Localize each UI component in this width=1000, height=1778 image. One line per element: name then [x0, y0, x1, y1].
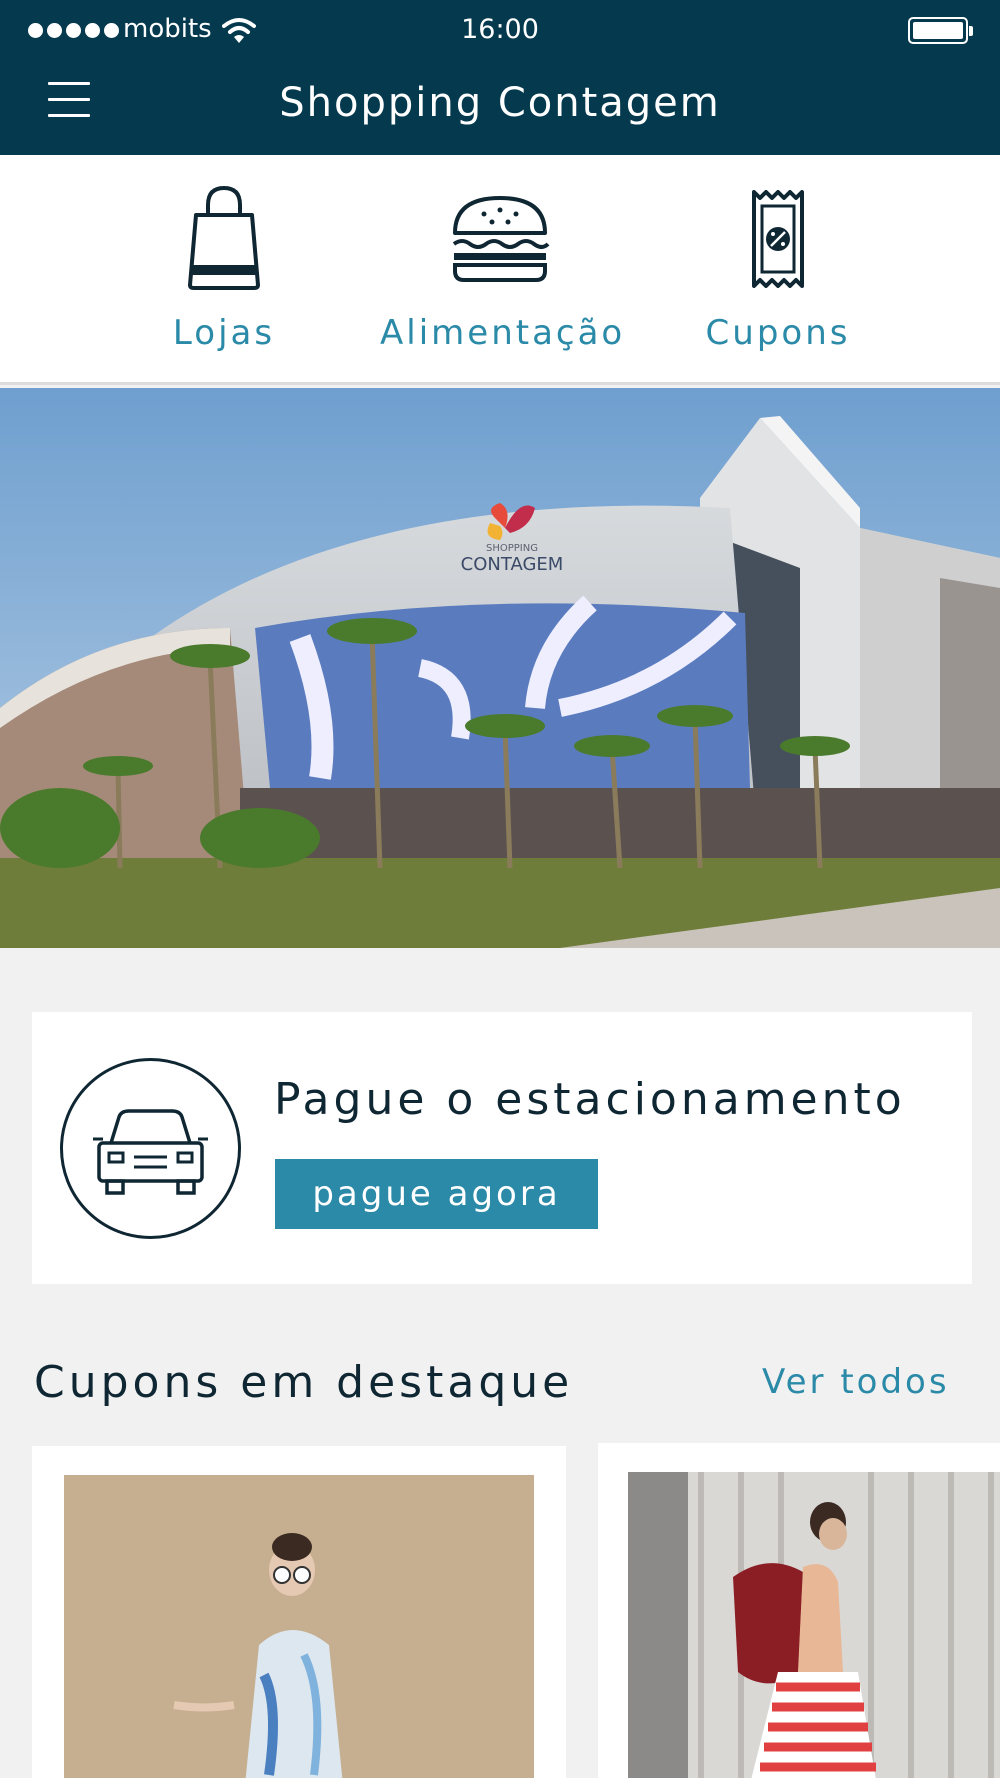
parking-card: Pague o estacionamento pague agora — [32, 1012, 972, 1284]
pay-now-button[interactable]: pague agora — [275, 1159, 598, 1229]
coupon-card[interactable] — [32, 1446, 566, 1778]
see-all-link[interactable]: Ver todos — [762, 1362, 950, 1402]
category-cupons[interactable]: Cupons — [690, 155, 866, 385]
mall-building-illustration: SHOPPING CONTAGEM — [0, 388, 1000, 948]
parking-title: Pague o estacionamento — [274, 1074, 906, 1125]
coupon-card[interactable] — [598, 1443, 1000, 1778]
shopping-bag-icon — [188, 185, 260, 290]
coupon-image — [64, 1475, 534, 1778]
category-label: Lojas — [172, 313, 276, 353]
car-icon — [60, 1058, 241, 1239]
status-bar: mobits 16:00 — [0, 0, 1000, 62]
hero-banner-image: SHOPPING CONTAGEM — [0, 388, 1000, 948]
category-label: Alimentação — [380, 313, 626, 353]
category-bar: Lojas Alimentação Cupons — [0, 155, 1000, 385]
category-alimentacao[interactable]: Alimentação — [380, 155, 626, 385]
battery-icon — [908, 17, 973, 44]
coupon-image — [628, 1472, 1000, 1778]
category-lojas[interactable]: Lojas — [124, 155, 324, 385]
category-label: Cupons — [705, 313, 851, 353]
hero-logo-text: CONTAGEM — [461, 554, 564, 575]
coupon-ticket-icon — [752, 190, 804, 288]
burger-icon — [452, 196, 550, 282]
app-header: mobits 16:00 Shopping Contagem — [0, 0, 1000, 155]
page-title: Shopping Contagem — [279, 80, 721, 126]
section-title: Cupons em destaque — [34, 1357, 574, 1408]
hero-logo-small-text: SHOPPING — [486, 543, 538, 554]
status-time: 16:00 — [461, 14, 539, 45]
